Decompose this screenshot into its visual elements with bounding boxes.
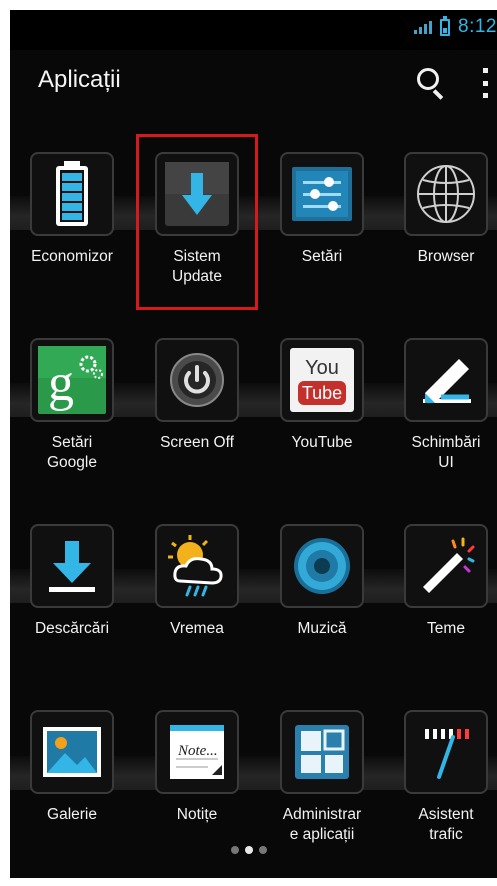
action-bar: Aplicații <box>10 50 497 110</box>
status-bar: 8:12 <box>10 10 497 50</box>
app-screen-off[interactable]: Screen Off <box>137 338 257 498</box>
svg-text:You: You <box>305 357 339 379</box>
settings-icon <box>280 152 364 236</box>
page-dot[interactable] <box>231 846 239 854</box>
app-setari-google[interactable]: g Setări Google <box>12 338 132 498</box>
app-label: Galerie <box>47 806 97 823</box>
app-muzica[interactable]: Muzică <box>262 524 382 684</box>
app-vremea[interactable]: Vremea <box>137 524 257 684</box>
app-administrare-aplicatii[interactable]: Administrar e aplicații <box>262 710 382 870</box>
app-label: Screen Off <box>160 434 234 451</box>
app-label: YouTube <box>291 434 353 451</box>
app-label: Setări <box>301 248 343 265</box>
status-clock: 8:12 <box>458 16 497 37</box>
app-label: Notițe <box>176 806 218 823</box>
pen-icon <box>404 338 488 422</box>
app-label: Schimbări UI <box>411 434 481 471</box>
download-icon <box>30 524 114 608</box>
svg-text:Tube: Tube <box>302 383 342 403</box>
notes-icon: Note... <box>155 710 239 794</box>
weather-icon <box>155 524 239 608</box>
svg-text:Note...: Note... <box>177 743 218 759</box>
power-icon <box>155 338 239 422</box>
app-setari[interactable]: Setări <box>262 152 382 312</box>
app-label: Vremea <box>170 620 224 637</box>
app-browser[interactable]: Browser <box>386 152 497 312</box>
app-label: Setări Google <box>47 434 97 471</box>
gallery-icon <box>30 710 114 794</box>
app-teme[interactable]: Teme <box>386 524 497 684</box>
app-label: Economizor <box>31 248 113 265</box>
signal-icon <box>414 20 433 34</box>
page-dot[interactable] <box>259 846 267 854</box>
search-icon[interactable] <box>413 64 449 100</box>
page-dot-active[interactable] <box>245 846 253 854</box>
magic-wand-icon <box>404 524 488 608</box>
battery-icon <box>440 15 451 36</box>
traffic-gauge-icon <box>404 710 488 794</box>
page-indicator[interactable] <box>231 846 267 854</box>
app-manager-icon <box>280 710 364 794</box>
app-economizor[interactable]: Economizor <box>12 152 132 312</box>
battery-saver-icon <box>30 152 114 236</box>
app-galerie[interactable]: Galerie <box>12 710 132 870</box>
app-label: Muzică <box>297 620 347 637</box>
svg-text:g: g <box>48 355 74 412</box>
app-schimbari-ui[interactable]: Schimbări UI <box>386 338 497 498</box>
highlight-frame <box>136 134 258 310</box>
app-drawer-screen: 8:12 Aplicații Economizor Sistem Update … <box>10 10 497 878</box>
app-label: Administrar e aplicații <box>282 806 362 843</box>
google-settings-icon: g <box>30 338 114 422</box>
app-label: Descărcări <box>34 620 110 637</box>
youtube-icon: You Tube <box>280 338 364 422</box>
speaker-icon <box>280 524 364 608</box>
page-title: Aplicații <box>38 66 121 93</box>
globe-icon <box>404 152 488 236</box>
app-asistent-trafic[interactable]: Asistent trafic <box>386 710 497 870</box>
app-label: Asistent trafic <box>418 806 474 843</box>
app-label: Teme <box>427 620 465 637</box>
app-label: Browser <box>417 248 475 265</box>
app-descarcari[interactable]: Descărcări <box>12 524 132 684</box>
app-youtube[interactable]: You Tube YouTube <box>262 338 382 498</box>
overflow-menu-icon[interactable] <box>478 68 492 98</box>
